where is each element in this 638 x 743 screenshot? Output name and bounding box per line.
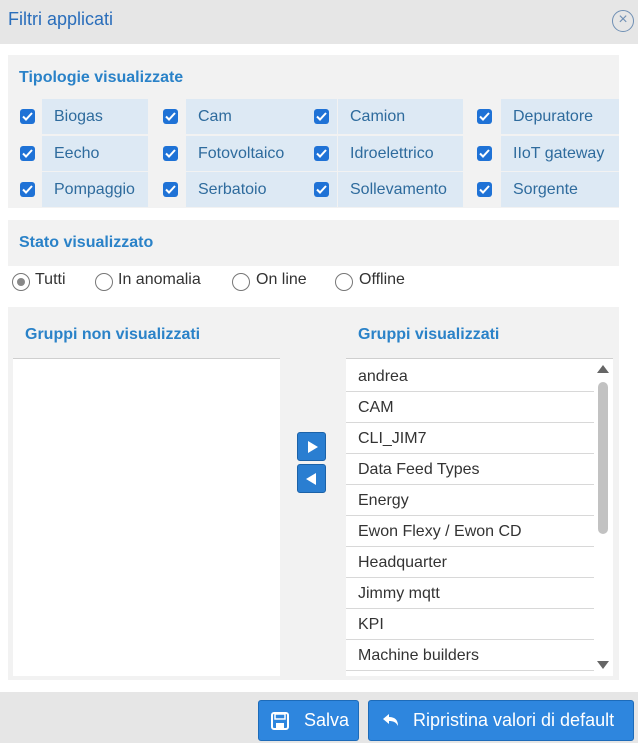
group-list-item[interactable]: KPI (346, 609, 594, 640)
group-list-item[interactable]: Machine builders (346, 640, 594, 671)
scroll-down-icon[interactable] (597, 661, 609, 669)
type-checkbox[interactable] (163, 109, 178, 124)
move-left-button[interactable] (297, 464, 326, 493)
type-label: IIoT gateway (501, 136, 619, 171)
type-checkbox[interactable] (163, 182, 178, 197)
type-label: Camion (338, 99, 463, 134)
arrow-left-icon (306, 473, 316, 485)
arrow-right-icon (308, 441, 318, 453)
types-title: Tipologie visualizzate (19, 69, 184, 86)
type-checkbox[interactable] (477, 109, 492, 124)
type-label: Eecho (42, 136, 148, 171)
type-checkbox[interactable] (163, 146, 178, 161)
type-label: Depuratore (501, 99, 619, 134)
state-radio-label: In anomalia (118, 271, 201, 288)
group-list-item[interactable]: Energy (346, 485, 594, 516)
shown-groups-list[interactable]: andrea CAM CLI_JIM7 Data Feed Types Energy Ew… (346, 358, 613, 676)
reset-label: Ripristina valori di default (413, 710, 615, 730)
state-radio-label: On line (256, 271, 307, 288)
scrollbar-thumb[interactable] (598, 382, 608, 534)
hidden-groups-title: Gruppi non visualizzati (25, 326, 201, 343)
move-right-button[interactable] (297, 432, 326, 461)
group-list-item[interactable]: CLI_JIM7 (346, 423, 594, 454)
group-list-item[interactable]: andrea (346, 361, 594, 392)
group-list-item[interactable]: Ewon Flexy / Ewon CD (346, 516, 594, 547)
type-checkbox[interactable] (314, 109, 329, 124)
type-checkbox[interactable] (314, 146, 329, 161)
dialog-title: Filtri applicati (8, 9, 114, 29)
state-radio-label: Offline (359, 271, 405, 288)
save-label: Salva (304, 710, 350, 730)
state-title: Stato visualizzato (19, 234, 154, 251)
type-checkbox[interactable] (20, 146, 35, 161)
group-list-item[interactable]: Headquarter (346, 547, 594, 578)
type-label: Sorgente (501, 172, 619, 207)
group-list-item[interactable]: Data Feed Types (346, 454, 594, 485)
group-list-item[interactable]: Jimmy mqtt (346, 578, 594, 609)
type-label: Pompaggio (42, 172, 148, 207)
type-checkbox[interactable] (314, 182, 329, 197)
state-radio[interactable] (12, 273, 30, 291)
state-panel: Stato visualizzato (8, 220, 619, 266)
scroll-up-icon[interactable] (597, 365, 609, 373)
type-label: Sollevamento (338, 172, 463, 207)
state-radio[interactable] (335, 273, 353, 291)
state-radio[interactable] (95, 273, 113, 291)
undo-arrow-icon (383, 714, 398, 726)
type-label: Idroelettrico (338, 136, 463, 171)
type-checkbox[interactable] (477, 182, 492, 197)
close-icon[interactable]: × (612, 10, 634, 32)
type-label: Biogas (42, 99, 148, 134)
floppy-disk-icon (271, 712, 289, 730)
save-button[interactable]: Salva (258, 700, 359, 741)
state-radio[interactable] (232, 273, 250, 291)
type-checkbox[interactable] (477, 146, 492, 161)
shown-groups-title: Gruppi visualizzati (358, 326, 500, 343)
hidden-groups-list[interactable] (13, 358, 280, 676)
type-checkbox[interactable] (20, 182, 35, 197)
group-list-item[interactable]: CAM (346, 392, 594, 423)
state-radio-label: Tutti (35, 271, 66, 288)
type-checkbox[interactable] (20, 109, 35, 124)
reset-defaults-button[interactable]: Ripristina valori di default (368, 700, 634, 741)
